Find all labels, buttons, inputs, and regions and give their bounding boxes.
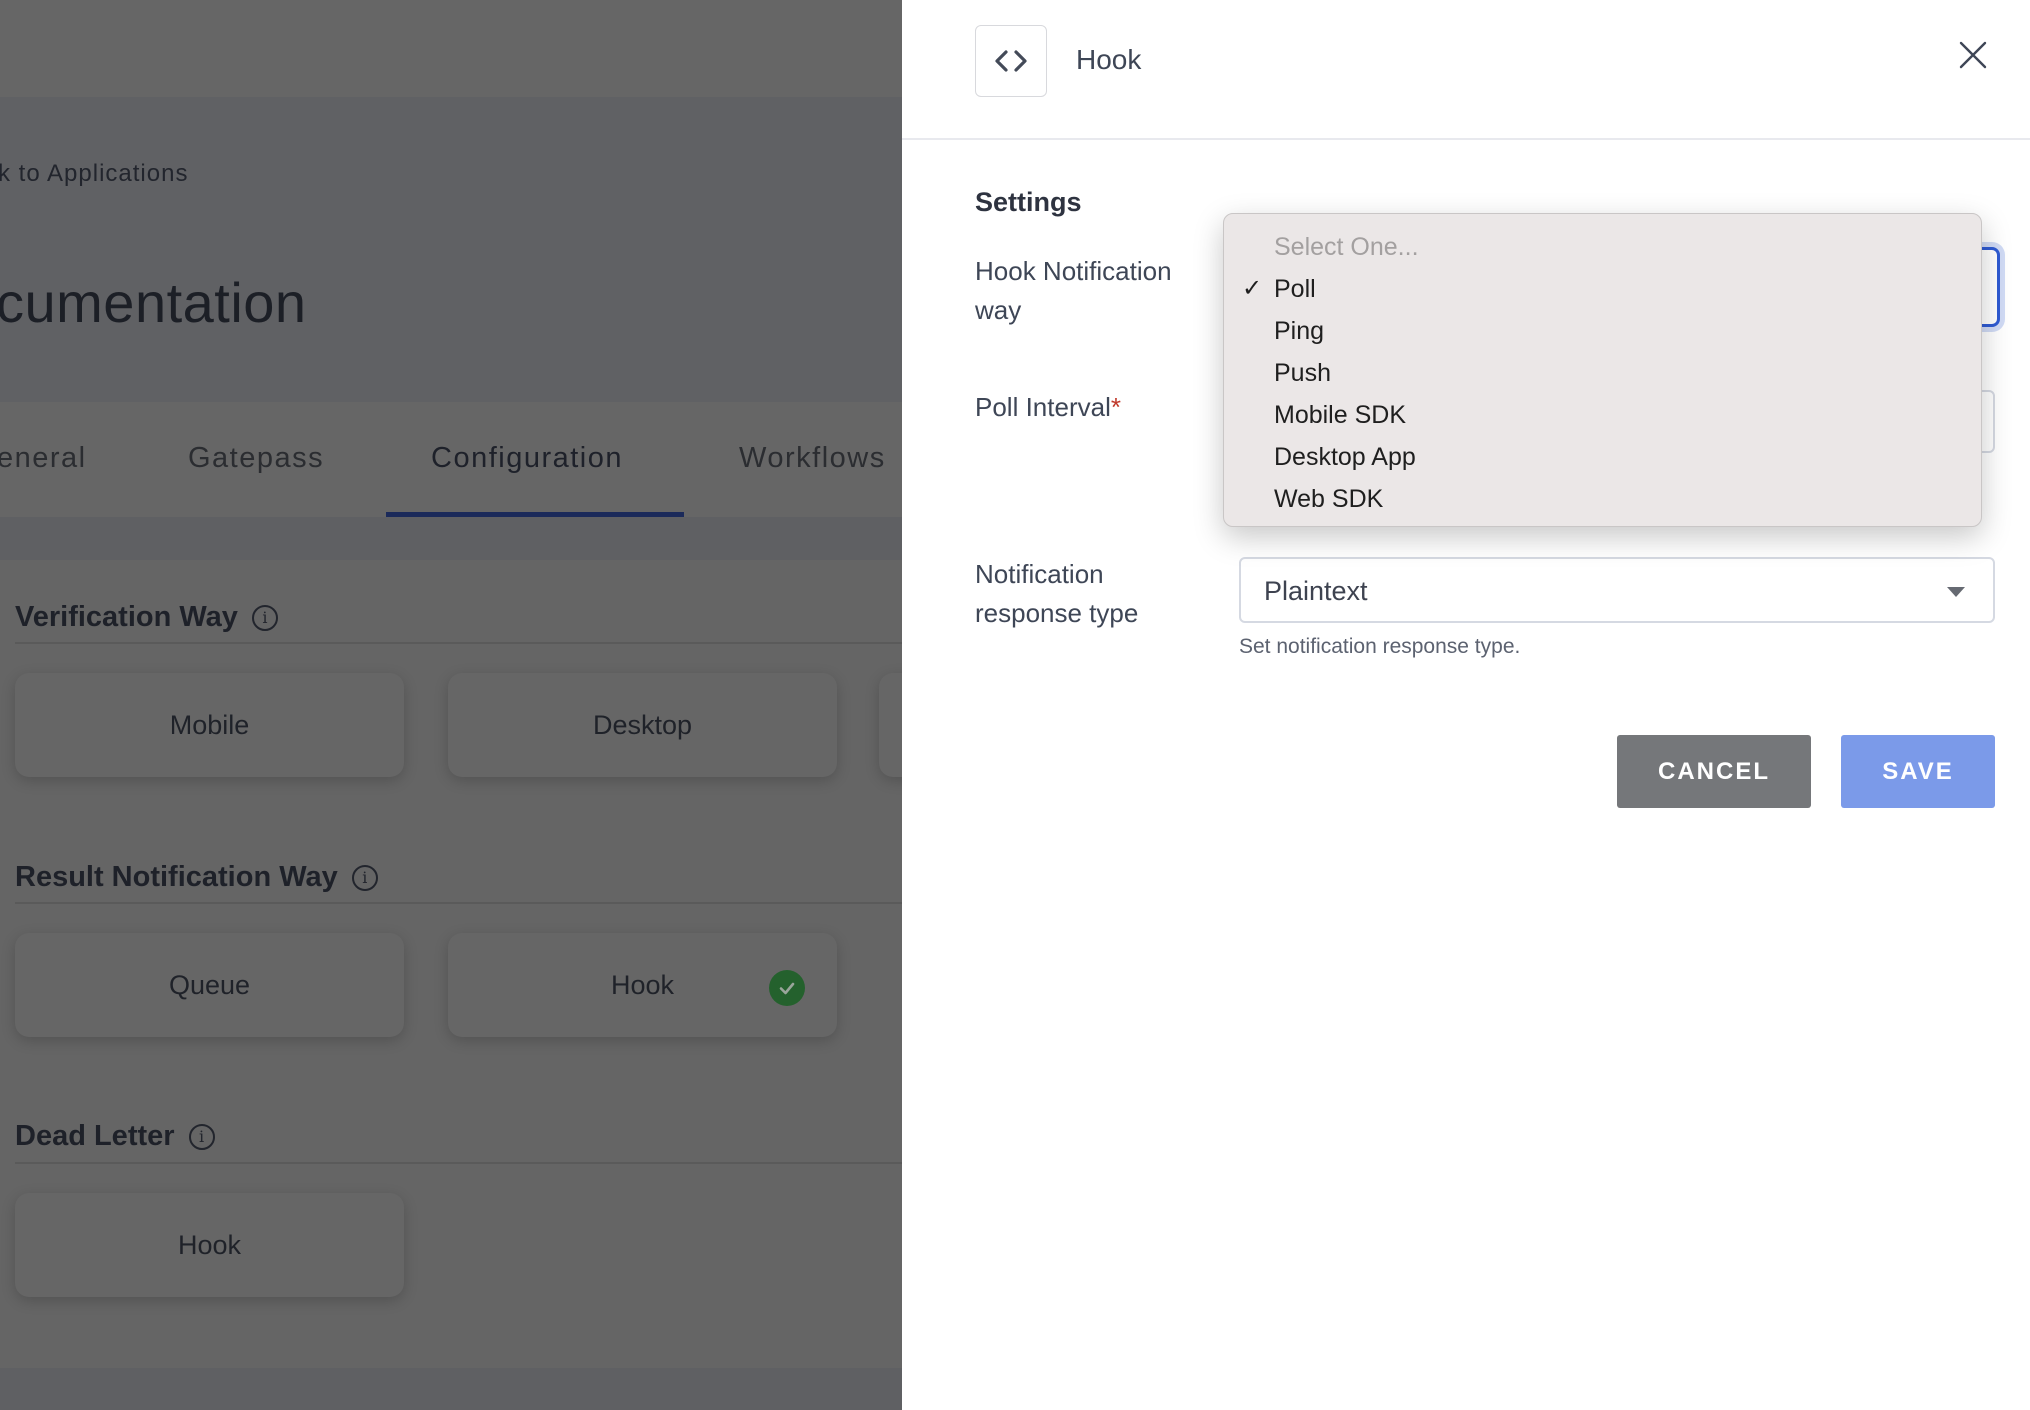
- section-divider: [15, 642, 902, 644]
- dropdown-option-desktop-app[interactable]: Desktop App: [1224, 436, 1981, 478]
- dropdown-option-label: Desktop App: [1274, 443, 1416, 471]
- dropdown-option-poll[interactable]: ✓ Poll: [1224, 268, 1981, 310]
- chevron-down-icon: [1947, 587, 1965, 597]
- info-icon[interactable]: i: [188, 1123, 215, 1150]
- verification-option-mobile[interactable]: Mobile: [15, 673, 404, 777]
- dropdown-option-label: Push: [1274, 359, 1331, 387]
- option-label: Mobile: [169, 709, 250, 740]
- result-option-queue[interactable]: Queue: [15, 933, 404, 1037]
- dead-letter-option-hook[interactable]: Hook: [15, 1193, 404, 1297]
- poll-interval-label: Poll Interval*: [975, 388, 1121, 427]
- content-band: [0, 517, 902, 560]
- notification-response-type-select[interactable]: Plaintext: [1239, 557, 1995, 623]
- notification-response-type-value: Plaintext: [1264, 576, 1368, 606]
- background-page: k to Applications cumentation eneral Gat…: [0, 0, 902, 1410]
- dropdown-option-mobile-sdk[interactable]: Mobile SDK: [1224, 394, 1981, 436]
- tab-configuration[interactable]: Configuration: [431, 442, 623, 475]
- info-icon[interactable]: i: [351, 864, 378, 891]
- checkmark-icon: ✓: [1242, 275, 1263, 302]
- option-label: Queue: [168, 969, 251, 1000]
- cancel-button[interactable]: CANCEL: [1617, 735, 1811, 808]
- page-title: cumentation: [0, 271, 307, 334]
- close-icon[interactable]: [1954, 36, 1992, 74]
- section-divider: [15, 1162, 902, 1164]
- bottom-band: [0, 1368, 902, 1410]
- option-label: Hook: [610, 969, 675, 1000]
- hook-notification-way-label: Hook Notification way: [975, 256, 1172, 325]
- tab-gatepass[interactable]: Gatepass: [188, 442, 324, 475]
- selected-check-icon: [769, 970, 805, 1006]
- section-heading-result-notification-way: Result Notification Way i: [15, 861, 378, 894]
- dropdown-option-label: Mobile SDK: [1274, 401, 1406, 429]
- back-to-applications-link[interactable]: k to Applications: [0, 160, 188, 188]
- section-divider: [15, 902, 902, 904]
- section-heading-label: Dead Letter: [15, 1120, 175, 1152]
- option-label: Hook: [177, 1229, 242, 1260]
- poll-interval-label-text: Poll Interval: [975, 392, 1111, 422]
- page-header: k to Applications cumentation: [0, 97, 902, 402]
- save-button[interactable]: SAVE: [1841, 735, 1995, 808]
- tab-bar: eneral Gatepass Configuration Workflows: [0, 402, 902, 517]
- tab-general[interactable]: eneral: [0, 442, 87, 475]
- result-option-hook[interactable]: Hook: [448, 933, 837, 1037]
- panel-title: Hook: [1076, 44, 1142, 75]
- hook-notification-way-dropdown-menu: Select One... ✓ Poll Ping Push Mobile SD…: [1223, 213, 1982, 527]
- notification-response-type-label: Notification response type: [975, 559, 1139, 628]
- code-brackets-icon: [975, 25, 1047, 97]
- dropdown-option-web-sdk[interactable]: Web SDK: [1224, 478, 1981, 520]
- section-heading-label: Verification Way: [15, 601, 238, 633]
- section-heading-verification-way: Verification Way i: [15, 601, 278, 634]
- dropdown-option-ping[interactable]: Ping: [1224, 310, 1981, 352]
- option-label: Desktop: [592, 709, 693, 740]
- dropdown-option-push[interactable]: Push: [1224, 352, 1981, 394]
- info-icon[interactable]: i: [251, 604, 278, 631]
- top-bar: [0, 0, 902, 97]
- dropdown-option-label: Web SDK: [1274, 485, 1384, 513]
- hook-settings-panel: Hook Settings Hook Notification way Poll…: [902, 0, 2030, 1410]
- panel-header: Hook: [902, 0, 2030, 140]
- dropdown-option-label: Poll: [1274, 275, 1316, 303]
- settings-heading: Settings: [975, 187, 1082, 217]
- section-heading-dead-letter: Dead Letter i: [15, 1120, 215, 1153]
- verification-option-partial[interactable]: [879, 673, 902, 777]
- section-heading-label: Result Notification Way: [15, 861, 338, 893]
- dropdown-option-label: Ping: [1274, 317, 1325, 345]
- verification-option-desktop[interactable]: Desktop: [448, 673, 837, 777]
- required-mark: *: [1110, 392, 1121, 422]
- notification-response-type-helper: Set notification response type.: [1239, 635, 1521, 658]
- dropdown-option-placeholder: Select One...: [1274, 233, 1419, 261]
- tab-workflows[interactable]: Workflows: [739, 442, 886, 475]
